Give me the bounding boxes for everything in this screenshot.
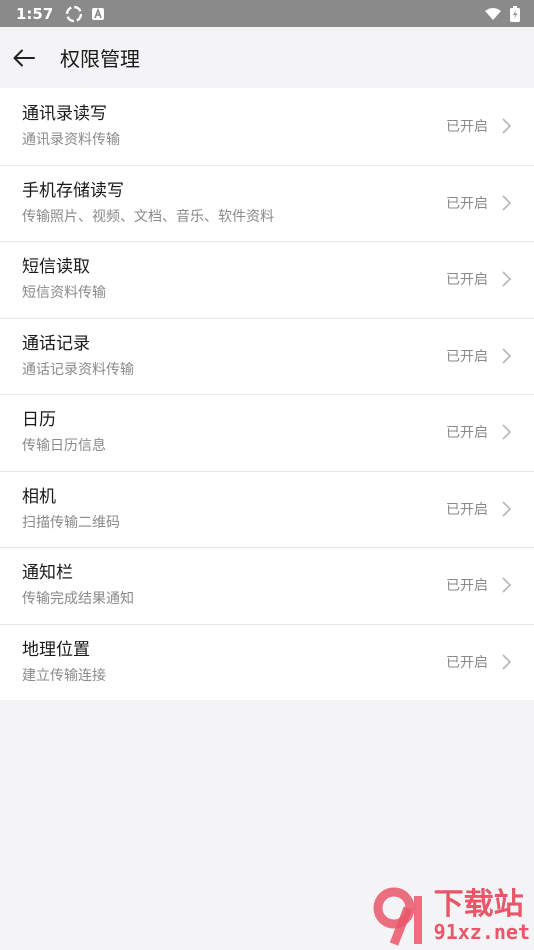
sync-icon	[65, 5, 83, 23]
permission-status: 已开启	[446, 272, 488, 289]
arrow-left-icon	[13, 49, 35, 66]
permission-row-contacts[interactable]: 通讯录读写 通讯录资料传输 已开启	[0, 88, 534, 165]
wifi-icon	[484, 7, 502, 21]
back-button[interactable]	[12, 46, 36, 70]
permission-title: 通话记录	[22, 333, 90, 354]
permission-status: 已开启	[446, 654, 488, 671]
permission-title: 短信读取	[22, 257, 90, 278]
watermark-url: 91xz.net	[433, 920, 530, 944]
chevron-right-icon	[500, 270, 512, 288]
permission-subtitle: 传输完成结果通知	[22, 591, 134, 608]
permission-title: 相机	[22, 486, 56, 507]
permission-row-sms[interactable]: 短信读取 短信资料传输 已开启	[0, 241, 534, 318]
chevron-right-icon	[500, 423, 512, 441]
permission-row-notification[interactable]: 通知栏 传输完成结果通知 已开启	[0, 547, 534, 624]
chevron-right-icon	[500, 117, 512, 135]
app-bar: 权限管理	[0, 27, 534, 88]
permission-title: 日历	[22, 410, 56, 431]
permission-subtitle: 通话记录资料传输	[22, 361, 134, 378]
permission-status: 已开启	[446, 348, 488, 365]
permission-subtitle: 建立传输连接	[22, 667, 106, 684]
permission-subtitle: 扫描传输二维码	[22, 514, 120, 531]
watermark-brand: 下载站	[433, 887, 524, 922]
permission-row-calendar[interactable]: 日历 传输日历信息 已开启	[0, 394, 534, 471]
permission-status: 已开启	[446, 578, 488, 595]
permission-subtitle: 传输照片、视频、文档、音乐、软件资料	[22, 208, 274, 225]
chevron-right-icon	[500, 347, 512, 365]
watermark: 下载站 91xz.net	[368, 884, 530, 948]
chevron-right-icon	[500, 500, 512, 518]
permission-row-call-log[interactable]: 通话记录 通话记录资料传输 已开启	[0, 317, 534, 395]
permission-row-location[interactable]: 地理位置 建立传输连接 已开启	[0, 623, 534, 701]
permission-status: 已开启	[446, 119, 488, 136]
permission-title: 地理位置	[22, 639, 90, 660]
permission-status: 已开启	[446, 425, 488, 442]
permission-title: 通知栏	[22, 563, 73, 584]
battery-icon	[510, 5, 520, 22]
permission-status: 已开启	[446, 195, 488, 212]
permission-subtitle: 短信资料传输	[22, 285, 106, 302]
permission-status: 已开启	[446, 501, 488, 518]
permission-subtitle: 通讯录资料传输	[22, 132, 120, 149]
permission-title: 通讯录读写	[22, 104, 107, 125]
status-bar: 1:57	[0, 0, 534, 27]
permission-row-camera[interactable]: 相机 扫描传输二维码 已开启	[0, 470, 534, 548]
permission-list: 通讯录读写 通讯录资料传输 已开启 手机存储读写 传输照片、视频、文档、音乐、软…	[0, 88, 534, 700]
permission-row-storage[interactable]: 手机存储读写 传输照片、视频、文档、音乐、软件资料 已开启	[0, 164, 534, 242]
chevron-right-icon	[500, 194, 512, 212]
permission-title: 手机存储读写	[22, 180, 124, 201]
watermark-logo-icon	[373, 887, 422, 946]
chevron-right-icon	[500, 576, 512, 594]
permission-subtitle: 传输日历信息	[22, 438, 106, 455]
page-title: 权限管理	[60, 47, 140, 71]
status-time: 1:57	[16, 4, 54, 23]
app-a-icon	[91, 7, 105, 21]
chevron-right-icon	[500, 653, 512, 671]
